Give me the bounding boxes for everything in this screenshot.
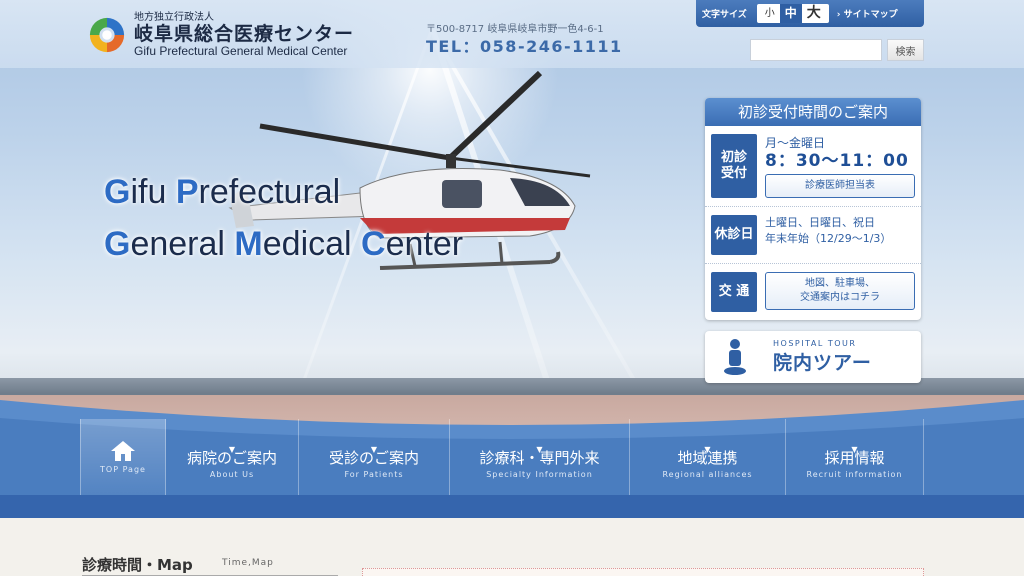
search-input[interactable] [750,39,882,61]
hospital-logo-icon [89,17,125,53]
doctor-schedule-button[interactable]: 診療医師担当表 [765,174,915,198]
font-size-label: 文字サイズ [702,10,747,20]
nav-label-en: Regional alliances [662,470,753,479]
font-size-selector: 小 中 大 [756,4,829,23]
section-title: 診療時間・Map [82,556,193,574]
closed-badge: 休診日 [711,215,757,255]
hospital-tour-banner[interactable]: HOSPITAL TOUR 院内ツアー [705,331,921,383]
hero-title-line2: General Medical Center [104,225,464,263]
reception-info-panel: 初診受付時間のご案内 初診 受付 月〜金曜日 8：30〜11：00 診療医師担当表… [705,98,921,320]
nav-regional[interactable]: ▼ 地域連携 Regional alliances [630,419,786,495]
caret-down-icon: ▼ [228,445,236,454]
nav-label-en: TOP Page [100,464,146,474]
home-icon [111,440,135,461]
sitemap-link[interactable]: › サイトマップ [837,7,898,20]
top-toolbar: 文字サイズ 小 中 大 › サイトマップ [696,0,924,27]
site-logo[interactable]: 地方独立行政法人 岐阜県総合医療センター Gifu Prefectural Ge… [88,12,354,58]
reception-time: 8：30〜11：00 [765,151,909,171]
person-icon [724,339,746,375]
caret-down-icon: ▼ [851,445,858,454]
reception-hours-row: 初診 受付 月〜金曜日 8：30〜11：00 診療医師担当表 [705,126,921,207]
logo-subtitle: 地方独立行政法人 [134,12,214,23]
nav-top-page[interactable]: TOP Page [80,419,166,495]
closed-days-line1: 土曜日、日曜日、祝日 [765,216,875,229]
hospital-phone: TEL：058-246-1111 [426,37,623,56]
access-info-button[interactable]: 地図、駐車場、 交通案内はコチラ [765,272,915,310]
logo-english: Gifu Prefectural General Medical Center [134,44,348,58]
reception-badge: 初診 受付 [711,134,757,198]
main-navigation: TOP Page ▼ 病院のご案内 About Us ▼ 受診のご案内 For … [80,419,924,495]
chevron-right-icon: › [836,10,844,20]
font-size-large-button[interactable]: 大 [802,4,826,23]
closed-days-line2: 年末年始（12/29〜1/3） [765,232,892,245]
access-badge: 交 通 [711,272,757,312]
nav-label-en: Specialty Information [486,470,593,479]
caret-down-icon: ▼ [704,445,711,454]
nav-for-patients[interactable]: ▼ 受診のご案内 For Patients [299,419,450,495]
logo-title: 岐阜県総合医療センター [134,23,355,45]
nav-label-en: Recruit information [806,470,903,479]
access-row: 交 通 地図、駐車場、 交通案内はコチラ [705,264,921,320]
tour-japanese: 院内ツアー [773,352,872,374]
caret-down-icon: ▼ [370,445,378,454]
nav-specialty[interactable]: ▼ 診療科・専門外来 Specialty Information [450,419,630,495]
closed-days-row: 休診日 土曜日、日曜日、祝日 年末年始（12/29〜1/3） [705,207,921,264]
nav-recruit[interactable]: ▼ 採用情報 Recruit information [786,419,924,495]
reception-info-title: 初診受付時間のご案内 [705,98,921,126]
reception-days: 月〜金曜日 [765,136,826,150]
hero-title: Gifu Prefectural General Medical Center [104,166,463,270]
map-box [362,568,924,576]
sitemap-label: サイトマップ [843,10,898,20]
hero-title-line1: Gifu Prefectural [104,173,341,211]
font-size-medium-button[interactable]: 中 [779,4,802,23]
search-button[interactable]: 検索 [887,39,924,61]
nav-label-en: About Us [209,470,255,479]
font-size-small-button[interactable]: 小 [760,4,780,23]
nav-label-en: For Patients [344,470,404,479]
section-title-en: Time,Map [222,558,274,568]
caret-down-icon: ▼ [536,445,543,454]
nav-about-us[interactable]: ▼ 病院のご案内 About Us [166,419,299,495]
tour-english: HOSPITAL TOUR [773,339,857,348]
